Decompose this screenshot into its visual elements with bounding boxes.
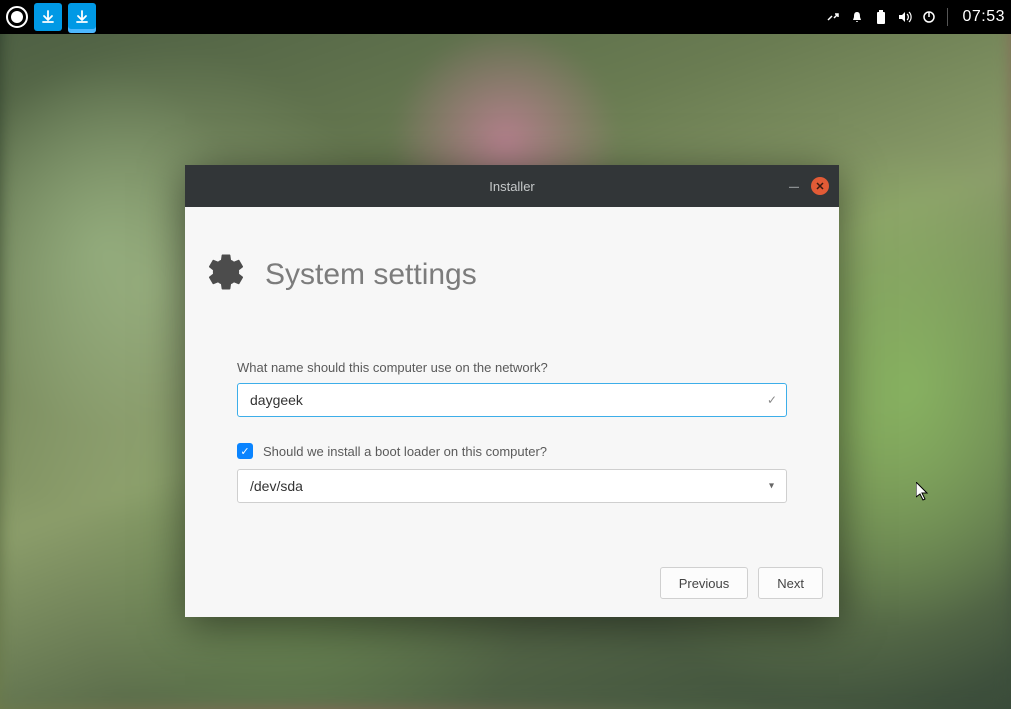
previous-button[interactable]: Previous	[660, 567, 749, 599]
hostname-group: What name should this computer use on th…	[237, 360, 787, 417]
battery-icon[interactable]	[873, 9, 889, 25]
window-titlebar[interactable]: Installer –	[185, 165, 839, 207]
window-title: Installer	[489, 179, 535, 194]
window-minimize-button[interactable]: –	[789, 177, 799, 195]
page-title: System settings	[265, 258, 477, 292]
hostname-label: What name should this computer use on th…	[237, 360, 787, 375]
notification-bell-icon[interactable]	[849, 9, 865, 25]
bootloader-group: ✓ Should we install a boot loader on thi…	[237, 443, 787, 503]
taskbar-installer-icon-2[interactable]	[68, 3, 96, 31]
bootloader-device-select[interactable]: /dev/sda ▾	[237, 469, 787, 503]
volume-icon[interactable]	[897, 9, 913, 25]
bootloader-label: Should we install a boot loader on this …	[263, 444, 547, 459]
installer-window: Installer – System settings What name sh…	[185, 165, 839, 617]
bootloader-device-value: /dev/sda	[250, 478, 303, 494]
clock[interactable]: 07:53	[962, 8, 1005, 26]
chevron-down-icon: ▾	[769, 481, 774, 492]
tray-separator	[947, 8, 948, 26]
bootloader-checkbox[interactable]: ✓	[237, 443, 253, 459]
gear-icon	[205, 251, 247, 298]
taskbar-installer-icon-1[interactable]	[34, 3, 62, 31]
top-panel: 07:53	[0, 0, 1011, 34]
page-heading: System settings	[205, 251, 787, 298]
check-icon: ✓	[767, 393, 777, 407]
power-icon[interactable]	[921, 9, 937, 25]
network-icon[interactable]	[825, 9, 841, 25]
app-launcher-icon[interactable]	[6, 6, 28, 28]
hostname-input[interactable]	[237, 383, 787, 417]
window-close-button[interactable]	[811, 177, 829, 195]
dialog-footer: Previous Next	[185, 549, 839, 617]
next-button[interactable]: Next	[758, 567, 823, 599]
